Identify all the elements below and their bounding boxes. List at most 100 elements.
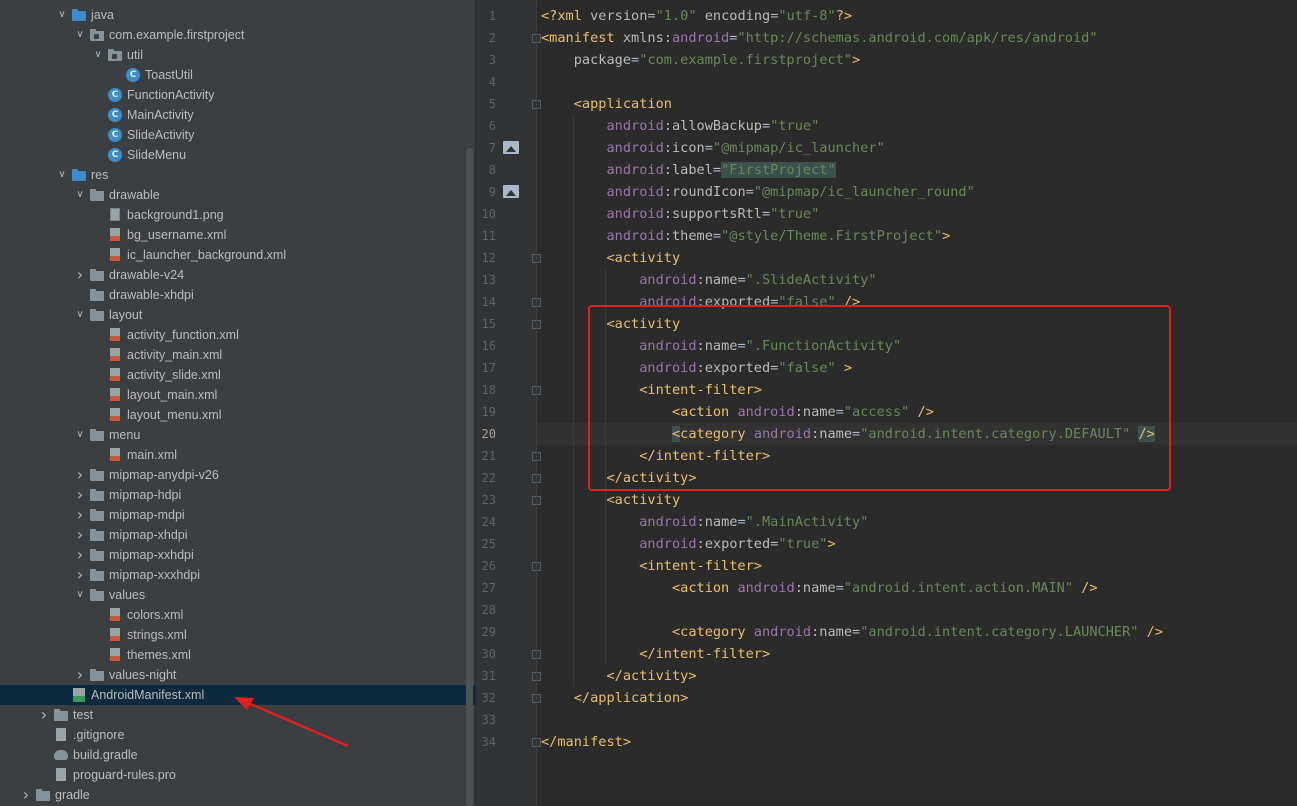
code-token: android [737,580,795,596]
chevron-down-icon[interactable]: ∨ [74,305,86,325]
tree-item[interactable]: drawable-xhdpi [0,285,475,305]
manifest-file-icon [72,688,86,702]
code-line[interactable]: <action android:name="android.intent.act… [541,577,1098,599]
tree-item[interactable]: AndroidManifest.xml [0,685,475,705]
tree-item[interactable]: ∨ util [0,45,475,65]
tree-item[interactable]: ∨ drawable [0,185,475,205]
code-line[interactable]: <category android:name="android.intent.c… [541,621,1163,643]
chevron-down-icon[interactable]: ∨ [74,425,86,445]
code-line[interactable]: android:allowBackup="true" [541,115,819,137]
folder-icon [90,568,104,582]
tree-item[interactable]: layout_menu.xml [0,405,475,425]
chevron-right-icon[interactable]: › [74,665,86,685]
chevron-right-icon[interactable]: › [74,525,86,545]
tree-item[interactable]: › gradle [0,785,475,805]
chevron-down-icon[interactable]: ∨ [56,5,68,25]
chevron-right-icon[interactable]: › [74,545,86,565]
line-number: 33 [481,713,496,727]
code-token: </manifest> [541,734,632,750]
tree-item[interactable]: themes.xml [0,645,475,665]
chevron-right-icon[interactable]: › [74,265,86,285]
code-line[interactable]: android:label="FirstProject" [541,159,836,181]
tree-item[interactable]: .gitignore [0,725,475,745]
tree-item[interactable]: strings.xml [0,625,475,645]
code-line[interactable]: <application [541,93,672,115]
chevron-right-icon[interactable]: › [74,565,86,585]
tree-item[interactable]: bg_username.xml [0,225,475,245]
chevron-down-icon[interactable]: ∨ [56,165,68,185]
java-class-icon: C [108,128,122,142]
chevron-down-icon[interactable]: ∨ [74,185,86,205]
chevron-right-icon[interactable]: › [74,505,86,525]
tree-item[interactable]: colors.xml [0,605,475,625]
package-icon [90,28,104,42]
code-token: :icon [663,140,705,156]
image-preview-icon[interactable] [503,141,519,154]
tree-item[interactable]: ∨ layout [0,305,475,325]
tree-item[interactable]: › mipmap-xxxhdpi [0,565,475,585]
chevron-right-icon[interactable]: › [74,465,86,485]
tree-item[interactable]: C ToastUtil [0,65,475,85]
tree-item[interactable]: › values-night [0,665,475,685]
tree-item[interactable]: C FunctionActivity [0,85,475,105]
tree-item[interactable]: ∨ com.example.firstproject [0,25,475,45]
tree-item[interactable]: › mipmap-hdpi [0,485,475,505]
code-token: :name [811,624,853,640]
tree-item[interactable]: › mipmap-anydpi-v26 [0,465,475,485]
tree-item[interactable]: proguard-rules.pro [0,765,475,785]
code-line[interactable]: <?xml version="1.0" encoding="utf-8"?> [541,5,852,27]
tree-item[interactable]: ∨ res [0,165,475,185]
tree-item[interactable]: ∨ java [0,5,475,25]
tree-item[interactable]: › mipmap-mdpi [0,505,475,525]
tree-item[interactable]: ∨ menu [0,425,475,445]
code-line[interactable]: android:exported="true"> [541,533,836,555]
code-line[interactable]: </manifest> [541,731,631,753]
code-line[interactable]: android:name=".MainActivity" [541,511,868,533]
code-line[interactable]: android:icon="@mipmap/ic_launcher" [541,137,884,159]
tree-item[interactable]: › drawable-v24 [0,265,475,285]
code-line[interactable]: </intent-filter> [541,643,770,665]
tree-scrollbar[interactable] [466,148,473,806]
chevron-down-icon[interactable]: ∨ [74,25,86,45]
tree-item[interactable]: ∨ values [0,585,475,605]
chevron-down-icon[interactable]: ∨ [92,45,104,65]
code-token: :theme [663,228,713,244]
code-token: > [827,536,836,552]
code-line[interactable]: <activity [541,247,680,269]
tree-item[interactable]: build.gradle [0,745,475,765]
tree-item[interactable]: background1.png [0,205,475,225]
chevron-right-icon[interactable]: › [20,785,32,805]
code-line[interactable]: </application> [541,687,689,709]
code-line[interactable]: android:roundIcon="@mipmap/ic_launcher_r… [541,181,974,203]
code-token: android [753,624,812,640]
tree-item[interactable]: › mipmap-xhdpi [0,525,475,545]
tree-item[interactable]: main.xml [0,445,475,465]
code-line[interactable]: <intent-filter> [541,555,762,577]
code-line[interactable]: <activity [541,489,680,511]
tree-item[interactable]: › test [0,705,475,725]
tree-item[interactable]: › mipmap-xxhdpi [0,545,475,565]
code-line[interactable]: android:name=".SlideActivity" [541,269,876,291]
tree-item[interactable]: activity_slide.xml [0,365,475,385]
image-file-icon [108,208,122,222]
tree-item[interactable]: layout_main.xml [0,385,475,405]
code-line[interactable]: package="com.example.firstproject"> [541,49,860,71]
tree-item[interactable]: C SlideActivity [0,125,475,145]
chevron-right-icon[interactable]: › [38,705,50,725]
tree-item-label: MainActivity [127,108,194,122]
tree-item[interactable]: activity_function.xml [0,325,475,345]
chevron-down-icon[interactable]: ∨ [74,585,86,605]
tree-item[interactable]: activity_main.xml [0,345,475,365]
code-line[interactable]: </activity> [541,665,696,687]
code-line[interactable]: <manifest xmlns:android="http://schemas.… [541,27,1098,49]
code-line[interactable]: android:supportsRtl="true" [541,203,819,225]
image-preview-icon[interactable] [503,185,519,198]
chevron-right-icon[interactable]: › [74,485,86,505]
tree-item[interactable]: ic_launcher_background.xml [0,245,475,265]
tree-item[interactable]: C MainActivity [0,105,475,125]
code-line[interactable]: android:theme="@style/Theme.FirstProject… [541,225,950,247]
tree-item[interactable]: C SlideMenu [0,145,475,165]
line-number: 34 [481,735,496,749]
